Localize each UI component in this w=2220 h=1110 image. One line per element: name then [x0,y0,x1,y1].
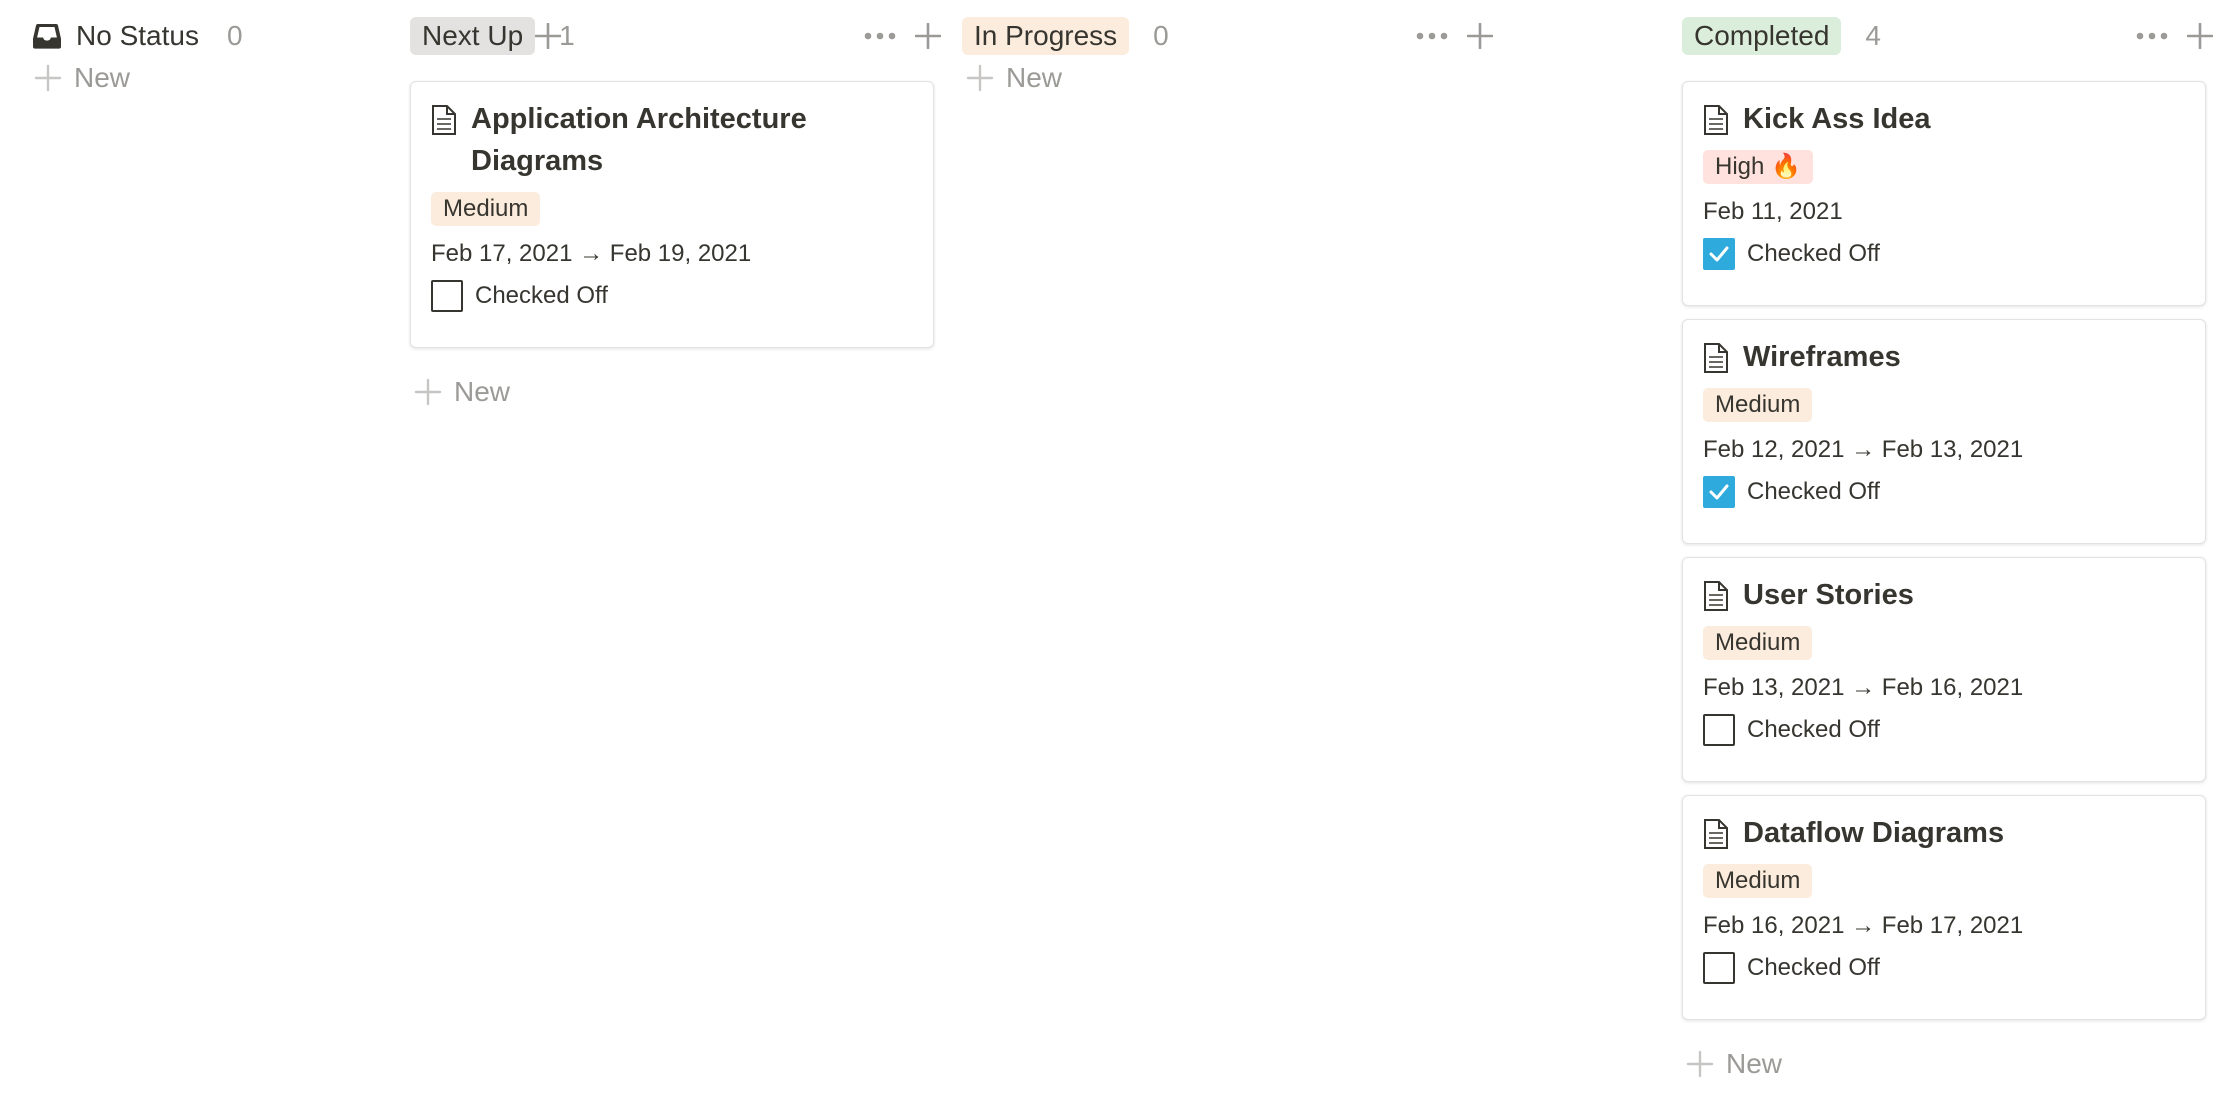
priority-tag: High 🔥 [1703,150,1813,184]
checkmark-icon [1709,484,1729,500]
priority-tag: Medium [431,192,541,226]
task-card[interactable]: User Stories Medium Feb 13, 2021 → Feb 1… [1682,557,2206,782]
kanban-board: No Status 0 New Next Up 1 Application Ar… [20,0,2213,1110]
checkbox-label: Checked Off [1747,716,1880,743]
new-card-button[interactable]: New [34,62,130,94]
checked-off-checkbox[interactable] [1703,476,1735,508]
add-card-plus-icon[interactable] [1460,16,1500,56]
more-options-icon[interactable] [860,16,900,56]
plus-icon [34,64,62,92]
card-title: Kick Ass Idea [1743,103,1931,135]
plus-icon [414,378,442,406]
column-title[interactable]: Next Up [410,17,536,55]
task-card[interactable]: Wireframes Medium Feb 12, 2021 → Feb 13,… [1682,319,2206,544]
column-completed: Completed 4 Kick Ass Idea High 🔥 Feb 11,… [1672,0,2220,1079]
card-title: Wireframes [1743,341,1901,373]
new-card-label: New [454,376,511,407]
column-title[interactable]: Completed [1682,17,1842,55]
column-count: 0 [1153,20,1169,51]
task-card[interactable]: Application Architecture Diagrams Medium… [410,81,934,348]
column-title[interactable]: No Status [72,17,203,55]
checkbox-label: Checked Off [1747,240,1880,267]
new-card-button[interactable]: New [966,62,1062,94]
priority-tag: Medium [1703,388,1813,422]
page-icon [1704,581,1728,611]
column-count: 0 [226,20,243,51]
column-count: 1 [559,20,575,51]
new-card-label: New [1006,62,1063,93]
card-title: Dataflow Diagrams [1743,817,2005,849]
checkbox-label: Checked Off [475,282,608,309]
plus-icon [1686,1050,1714,1078]
add-card-plus-icon[interactable] [2180,16,2220,56]
page-icon [1704,819,1728,849]
page-icon [1704,343,1728,373]
priority-tag: Medium [1703,626,1813,660]
checked-off-checkbox[interactable] [1703,238,1735,270]
date-range: Feb 16, 2021 → Feb 17, 2021 [1703,912,2024,939]
card-title: User Stories [1743,579,1914,611]
date-range: Feb 12, 2021 → Feb 13, 2021 [1703,436,2024,463]
checkmark-icon [1709,246,1729,262]
card-title: Application Architecture Diagrams [471,103,807,177]
column-title[interactable]: In Progress [962,17,1130,55]
task-card[interactable]: Dataflow Diagrams Medium Feb 16, 2021 → … [1682,795,2206,1020]
date-range: Feb 17, 2021 → Feb 19, 2021 [431,240,752,267]
more-options-icon[interactable] [2132,16,2172,56]
column-header: Completed 4 [1672,0,2220,72]
task-card[interactable]: Kick Ass Idea High 🔥 Feb 11, 2021 Checke… [1682,81,2206,306]
more-options-icon[interactable] [1412,16,1452,56]
page-icon [432,105,456,135]
column-count: 4 [1865,20,1881,51]
plus-icon [966,64,994,92]
column-header: Next Up 1 [400,0,950,72]
checked-off-checkbox[interactable] [1703,952,1735,984]
checkbox-label: Checked Off [1747,954,1880,981]
new-card-button[interactable]: New [1686,1048,1782,1080]
page-icon [1704,105,1728,135]
checked-off-checkbox[interactable] [431,280,463,312]
priority-tag: Medium [1703,864,1813,898]
column-next-up: Next Up 1 Application Architecture Diagr… [400,0,950,407]
checkbox-label: Checked Off [1747,478,1880,505]
new-card-button[interactable]: New [414,376,510,408]
column-in-progress: In Progress 0 New [952,0,1502,93]
add-card-plus-icon[interactable] [908,16,948,56]
checked-off-checkbox[interactable] [1703,714,1735,746]
new-card-label: New [74,62,131,93]
date-range: Feb 13, 2021 → Feb 16, 2021 [1703,674,2024,701]
new-card-label: New [1726,1048,1783,1079]
inbox-icon [33,23,61,49]
date: Feb 11, 2021 [1703,198,1843,225]
